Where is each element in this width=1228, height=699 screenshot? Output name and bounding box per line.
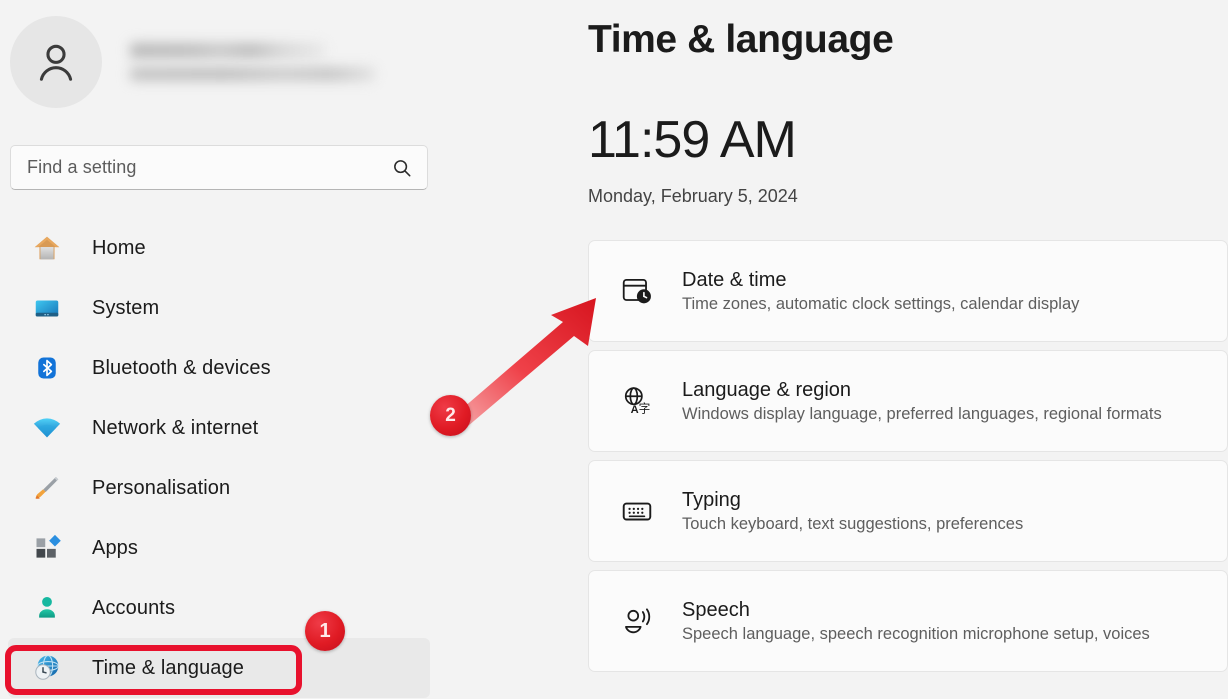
globe-translate-icon: A 字 (615, 379, 659, 423)
card-text: Speech Speech language, speech recogniti… (682, 599, 1150, 644)
card-text: Typing Touch keyboard, text suggestions,… (682, 489, 1023, 534)
annotation-badge-2: 2 (430, 395, 471, 436)
sidebar-item-bluetooth-devices[interactable]: Bluetooth & devices (8, 338, 430, 398)
paintbrush-icon (30, 471, 64, 505)
sidebar-item-system[interactable]: System (8, 278, 430, 338)
account-name-redacted (130, 43, 325, 58)
current-time: 11:59 AM (588, 111, 797, 169)
card-text: Date & time Time zones, automatic clock … (682, 269, 1079, 314)
home-icon (30, 231, 64, 265)
sidebar-item-apps[interactable]: Apps (8, 518, 430, 578)
person-icon (39, 44, 73, 81)
speech-icon (615, 599, 659, 643)
card-subtitle: Speech language, speech recognition micr… (682, 624, 1150, 643)
account-tile[interactable] (10, 14, 430, 110)
page-title: Time & language (588, 18, 894, 61)
avatar[interactable] (10, 16, 102, 108)
sidebar-item-label: Accounts (92, 596, 176, 619)
card-subtitle: Time zones, automatic clock settings, ca… (682, 294, 1080, 313)
card-title: Typing (682, 488, 741, 511)
calendar-clock-icon (615, 269, 659, 313)
keyboard-icon (615, 489, 659, 533)
card-subtitle: Touch keyboard, text suggestions, prefer… (682, 514, 1024, 533)
account-email-redacted (130, 67, 375, 81)
sidebar-item-label: Apps (92, 536, 138, 559)
sidebar-item-label: Home (92, 236, 146, 259)
settings-card-speech[interactable]: Speech Speech language, speech recogniti… (588, 570, 1228, 672)
settings-card-language-region[interactable]: A 字 Language & region Windows display la… (588, 350, 1228, 452)
settings-card-date-time[interactable]: Date & time Time zones, automatic clock … (588, 240, 1228, 342)
system-icon (30, 291, 64, 325)
sidebar-item-accounts[interactable]: Accounts (8, 578, 430, 638)
card-title: Speech (682, 598, 750, 621)
search-input[interactable]: Find a setting (10, 145, 428, 190)
sidebar-item-label: System (92, 296, 160, 319)
annotation-badge-1: 1 (305, 611, 345, 651)
sidebar-item-label: Network & internet (92, 416, 259, 439)
sidebar-item-personalisation[interactable]: Personalisation (8, 458, 430, 518)
settings-card-list: Date & time Time zones, automatic clock … (588, 240, 1228, 680)
svg-text:字: 字 (639, 402, 651, 416)
sidebar: Find a setting Home System Bluetooth & d… (0, 0, 440, 699)
sidebar-item-label: Time & language (92, 656, 244, 679)
time-language-icon (30, 651, 64, 685)
main-content: Time & language 11:59 AM Monday, Februar… (588, 0, 1228, 699)
search-icon (394, 159, 411, 176)
sidebar-item-time-language[interactable]: Time & language (8, 638, 430, 698)
bluetooth-icon (30, 351, 64, 385)
current-date: Monday, February 5, 2024 (588, 186, 798, 206)
settings-card-typing[interactable]: Typing Touch keyboard, text suggestions,… (588, 460, 1228, 562)
network-icon (30, 411, 64, 445)
sidebar-nav: Home System Bluetooth & devices Network … (0, 218, 440, 698)
accounts-icon (30, 591, 64, 625)
sidebar-item-label: Bluetooth & devices (92, 356, 271, 379)
card-subtitle: Windows display language, preferred lang… (682, 404, 1162, 423)
card-title: Date & time (682, 268, 787, 291)
svg-text:A: A (631, 404, 639, 416)
settings-window: Find a setting Home System Bluetooth & d… (0, 0, 1228, 699)
card-title: Language & region (682, 378, 852, 401)
search-placeholder: Find a setting (27, 157, 137, 177)
apps-icon (30, 531, 64, 565)
sidebar-item-home[interactable]: Home (8, 218, 430, 278)
sidebar-item-network-internet[interactable]: Network & internet (8, 398, 430, 458)
card-text: Language & region Windows display langua… (682, 379, 1162, 424)
sidebar-item-label: Personalisation (92, 476, 231, 499)
account-text (118, 43, 375, 81)
